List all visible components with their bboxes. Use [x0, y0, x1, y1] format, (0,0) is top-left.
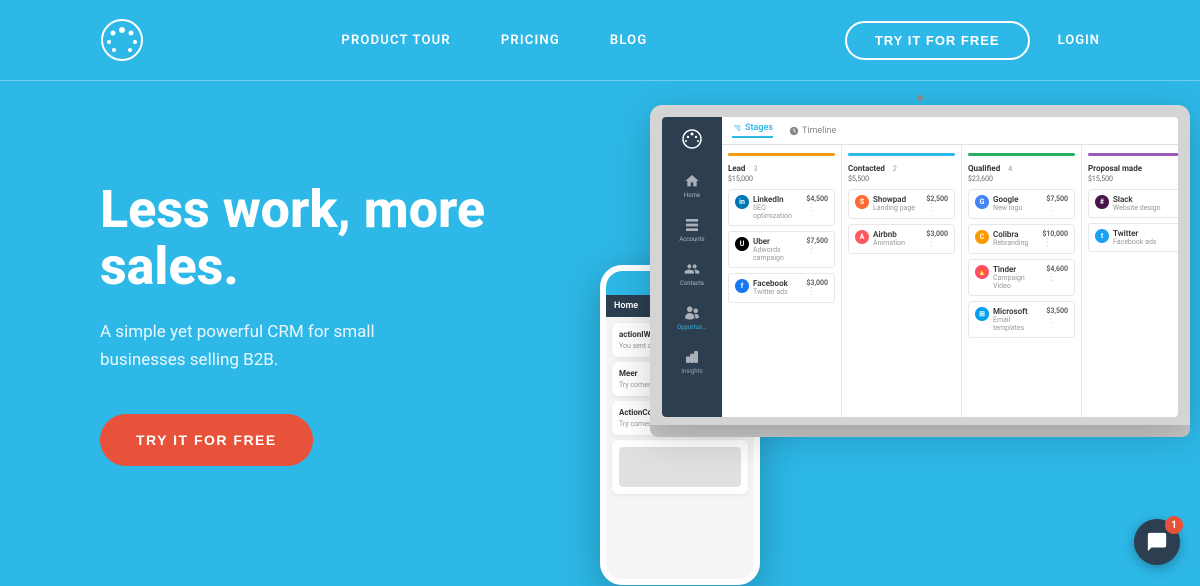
deal-airbnb: A Airbnb Animation $3,000 ⋮ — [848, 224, 955, 254]
crm-col-contacted: Contacted 2 $5,500 S Showpad Landing pa — [842, 145, 962, 417]
deal-linkedin: in LinkedIn SEO optimization $4,500 ⋮ — [728, 189, 835, 226]
deal-icon-facebook: f — [735, 279, 749, 293]
deal-icon-microsoft: ⊞ — [975, 307, 989, 321]
deal-icon-colibra: C — [975, 230, 989, 244]
deal-icon-airbnb: A — [855, 230, 869, 244]
deal-uber: U Uber Adwords campaign $7,500 ⋮ — [728, 231, 835, 268]
chat-badge: 1 — [1165, 516, 1183, 534]
main-nav: PRODUCT TOUR PRICING BLOG — [341, 33, 647, 48]
deal-showpad: S Showpad Landing page $2,500 ⋮ — [848, 189, 955, 219]
chat-button[interactable]: 1 — [1134, 519, 1180, 565]
logo[interactable] — [100, 18, 144, 62]
deal-icon-google: G — [975, 195, 989, 209]
try-free-hero-button[interactable]: TRY IT FOR FREE — [100, 414, 313, 466]
hero-text: Less work, more sales. A simple yet powe… — [100, 141, 580, 585]
try-free-header-button[interactable]: TRY IT FOR FREE — [845, 21, 1030, 60]
crm-sidebar: Home Accounts Contacts — [662, 117, 722, 417]
crm-col-proposal: Proposal made $15,500 # Slack Website de… — [1082, 145, 1178, 417]
deal-icon-linkedin: in — [735, 195, 749, 209]
devices-mockup: 9:41 Home actionIWO You sent an email to… — [590, 105, 1200, 585]
deal-icon-twitter: t — [1095, 229, 1109, 243]
crm-logo-icon — [682, 129, 702, 149]
crm-col-lead: Lead 3 $15,000 in LinkedIn SEO optimiza — [722, 145, 842, 417]
chat-icon — [1146, 531, 1168, 553]
deal-google: G Google New logo $7,500 ⋮ — [968, 189, 1075, 219]
sidebar-accounts-icon[interactable]: Accounts — [678, 217, 706, 245]
deal-tinder: 🔥 Tinder Campaign Video $4,600 ⋮ — [968, 259, 1075, 296]
deal-icon-tinder: 🔥 — [975, 265, 989, 279]
laptop-base — [650, 425, 1190, 437]
sidebar-home-icon[interactable]: Home — [678, 173, 706, 201]
crm-tab-bar: Stages Timeline — [722, 117, 1178, 145]
laptop-screen: Home Accounts Contacts — [662, 117, 1178, 417]
hero-headline: Less work, more sales. — [100, 181, 580, 295]
nav-right: TRY IT FOR FREE LOGIN — [845, 21, 1100, 60]
deal-colibra: C Colibra Rebranding $10,000 ⋮ — [968, 224, 1075, 254]
sidebar-insights-icon[interactable]: Insights — [678, 349, 706, 377]
header: PRODUCT TOUR PRICING BLOG TRY IT FOR FRE… — [0, 0, 1200, 81]
laptop-mockup: Home Accounts Contacts — [650, 105, 1200, 505]
deal-slack: # Slack Website design ⋮ — [1088, 189, 1178, 218]
crm-kanban-board: Lead 3 $15,000 in LinkedIn SEO optimiza — [722, 145, 1178, 417]
deal-twitter: t Twitter Facebook ads ⋮ — [1088, 223, 1178, 252]
sidebar-contacts-icon[interactable]: Contacts — [678, 261, 706, 289]
nav-product-tour[interactable]: PRODUCT TOUR — [341, 33, 450, 48]
nav-pricing[interactable]: PRICING — [501, 33, 560, 48]
deal-icon-showpad: S — [855, 195, 869, 209]
laptop-camera — [917, 95, 923, 101]
login-link[interactable]: LOGIN — [1058, 33, 1100, 48]
deal-facebook: f Facebook Twitter ads $3,000 ⋮ — [728, 273, 835, 303]
sidebar-opportunities-icon[interactable]: Opportun... — [678, 305, 706, 333]
nav-blog[interactable]: BLOG — [610, 33, 648, 48]
hero-section: Less work, more sales. A simple yet powe… — [0, 81, 1200, 585]
phone-app-title: Home — [614, 301, 638, 311]
crm-tab-stages[interactable]: Stages — [732, 123, 773, 138]
crm-col-qualified: Qualified 4 $23,600 G Google New logo — [962, 145, 1082, 417]
crm-tab-timeline[interactable]: Timeline — [789, 126, 836, 136]
deal-icon-slack: # — [1095, 195, 1109, 209]
deal-icon-uber: U — [735, 237, 749, 251]
deal-microsoft: ⊞ Microsoft Email templates $3,500 ⋮ — [968, 301, 1075, 338]
crm-main-content: Stages Timeline — [722, 117, 1178, 417]
hero-subtext: A simple yet powerful CRM for small busi… — [100, 319, 440, 373]
